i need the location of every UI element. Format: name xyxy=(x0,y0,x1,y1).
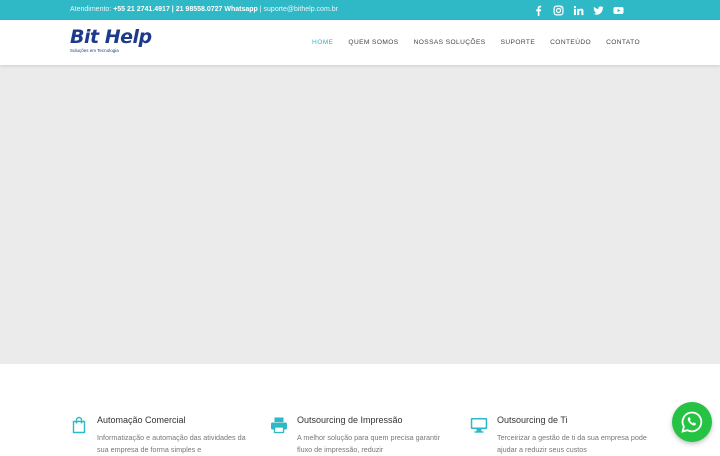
printer-icon xyxy=(270,416,288,434)
social-links xyxy=(533,3,624,17)
twitter-icon[interactable] xyxy=(593,5,604,16)
facebook-icon[interactable] xyxy=(533,5,544,16)
hero-banner xyxy=(0,65,720,364)
nav-item-contato[interactable]: CONTATO xyxy=(606,39,640,46)
linkedin-icon[interactable] xyxy=(573,5,584,16)
nav-item-conteudo[interactable]: CONTEÚDO xyxy=(550,39,591,46)
nav-item-nossas-solucoes[interactable]: NOSSAS SOLUÇÕES xyxy=(414,39,486,46)
whatsapp-button[interactable] xyxy=(672,402,712,442)
feature-title: Outsourcing de Ti xyxy=(497,415,568,425)
feature-description: A melhor solução para quem precisa garan… xyxy=(297,433,441,454)
whatsapp-icon xyxy=(681,411,703,433)
logo[interactable]: Bit Help Soluções em Tecnologia xyxy=(70,26,152,59)
feature-description: Informatização e automação das atividade… xyxy=(97,433,246,454)
contact-info: Atendimento: +55 21 2741.4917 | 21 98558… xyxy=(70,6,338,13)
nav-item-suporte[interactable]: SUPORTE xyxy=(501,39,536,46)
contact-separator: | xyxy=(259,6,262,13)
monitor-icon xyxy=(470,416,488,434)
phone-numbers[interactable]: +55 21 2741.4917 | 21 98558.0727 Whatsap… xyxy=(113,6,258,13)
nav-item-quem-somos[interactable]: QUEM SOMOS xyxy=(348,39,398,46)
feature-title: Outsourcing de Impressão xyxy=(297,415,403,425)
contact-label: Atendimento: xyxy=(70,6,112,13)
top-bar: Atendimento: +55 21 2741.4917 | 21 98558… xyxy=(0,0,720,20)
instagram-icon[interactable] xyxy=(553,5,564,16)
main-navbar: Bit Help Soluções em Tecnologia HOME QUE… xyxy=(0,20,720,65)
feature-title: Automação Comercial xyxy=(97,415,186,425)
feature-description: Terceirizar a gestão de ti da sua empres… xyxy=(497,433,647,454)
main-menu: HOME QUEM SOMOS NOSSAS SOLUÇÕES SUPORTE … xyxy=(312,20,640,65)
youtube-icon[interactable] xyxy=(613,5,624,16)
logo-name: Bit Help xyxy=(70,26,152,48)
shopping-bag-icon xyxy=(70,416,88,434)
logo-tagline: Soluções em Tecnologia xyxy=(70,48,119,53)
features-section: Automação Comercial Informatização e aut… xyxy=(0,364,720,454)
support-email[interactable]: suporte@bithelp.com.br xyxy=(264,6,338,13)
nav-item-home[interactable]: HOME xyxy=(312,39,333,46)
